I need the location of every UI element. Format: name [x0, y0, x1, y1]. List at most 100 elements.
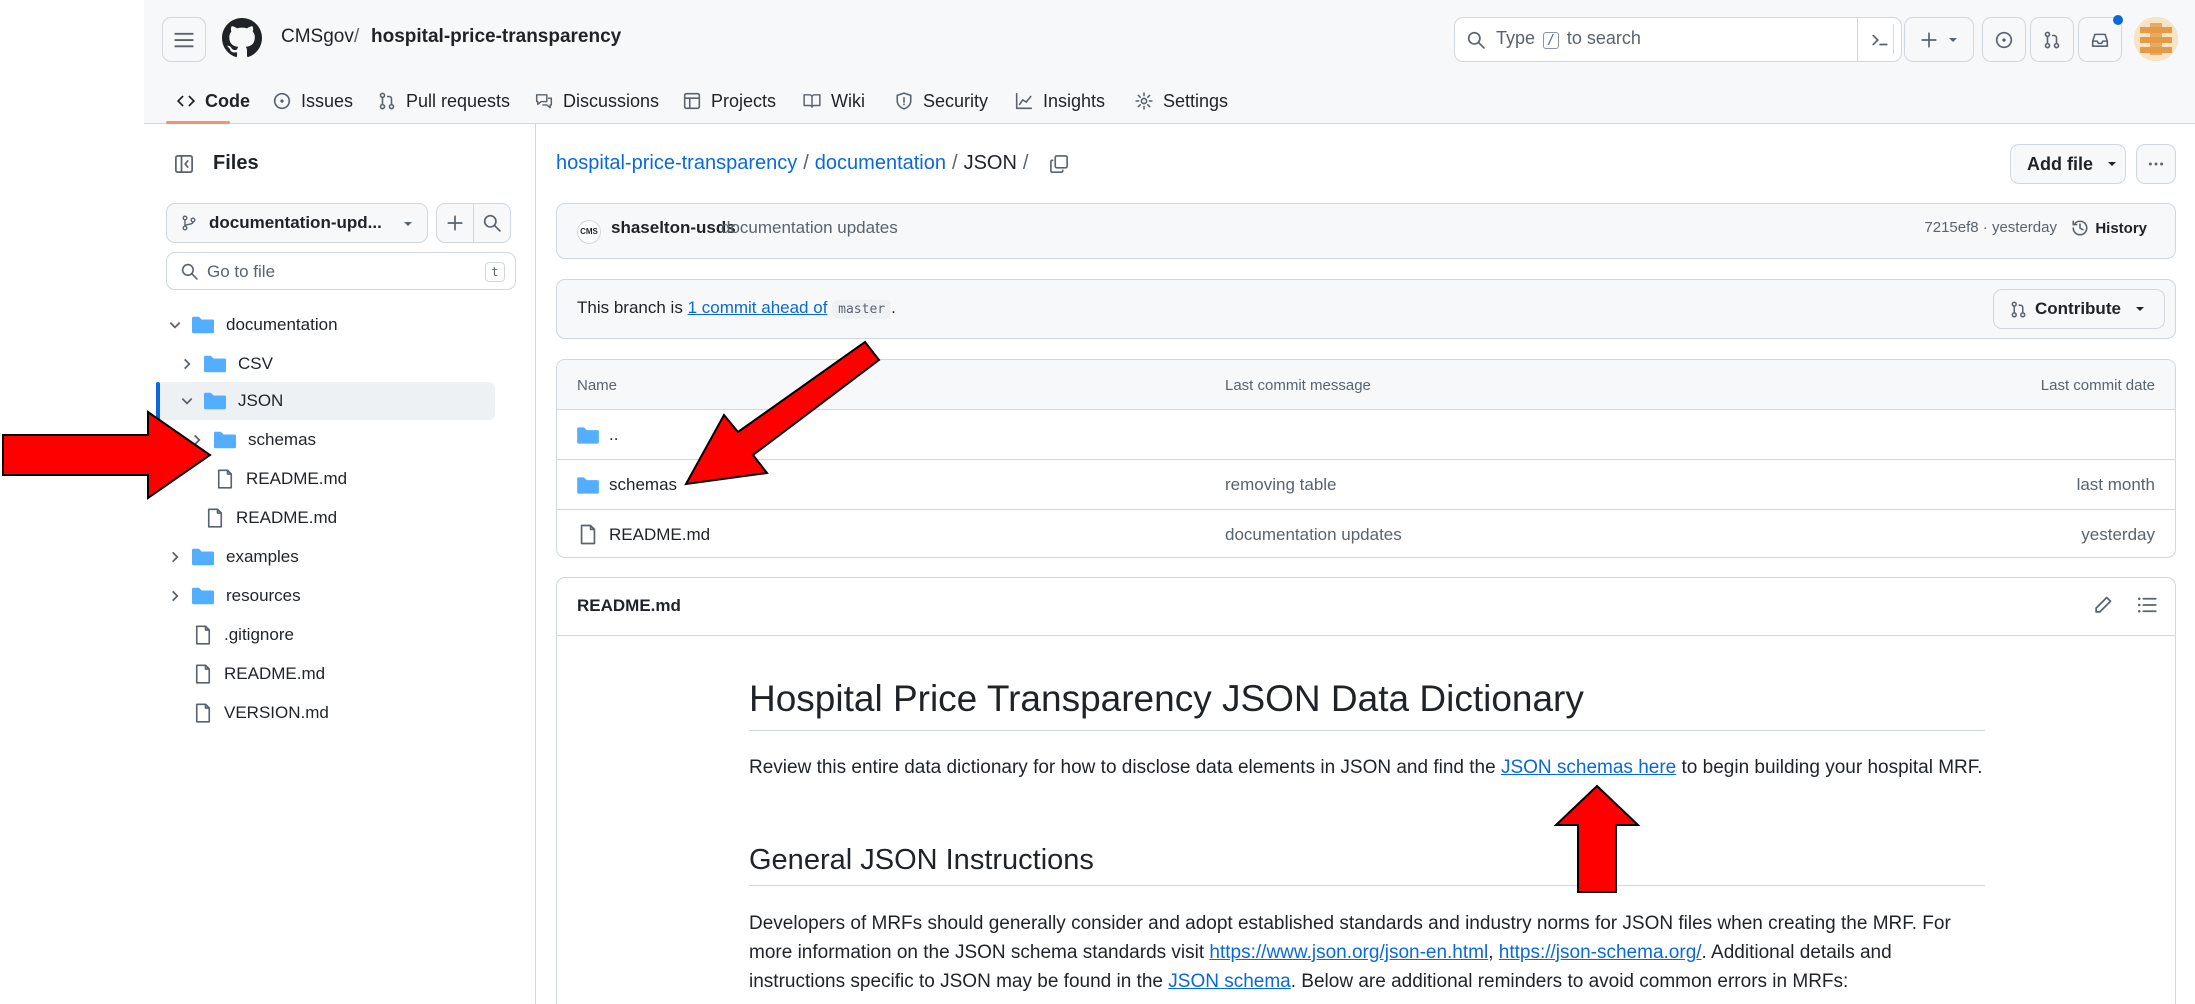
tree-item-label: CSV [238, 354, 273, 373]
chevron-down-icon [169, 322, 181, 329]
col-header-name: Name [577, 377, 618, 394]
tree-item-readme[interactable]: README.md [216, 461, 347, 497]
file-icon [217, 469, 233, 489]
tree-item-label: README.md [236, 508, 338, 527]
breadcrumb-folder-link[interactable]: documentation [815, 152, 946, 174]
table-row[interactable]: README.md documentation updates yesterda… [557, 510, 2175, 557]
tree-item-csv[interactable]: CSV [180, 346, 273, 382]
commit-author[interactable]: shaselton-usds [611, 218, 736, 238]
tree-item-version[interactable]: VERSION.md [194, 695, 329, 731]
tab-pull-requests[interactable]: Pull requests [377, 84, 510, 118]
commit-message-link[interactable]: removing table [1225, 475, 1337, 495]
annotation-arrow-up [1553, 784, 1641, 893]
json-schema-link[interactable]: JSON schema [1168, 971, 1290, 992]
breadcrumb: hospital-price-transparency / documentatio… [556, 152, 1034, 175]
issues-button[interactable] [1982, 17, 2026, 62]
copy-path-button[interactable] [1046, 151, 1072, 177]
tab-issues[interactable]: Issues [272, 84, 353, 118]
history-link[interactable]: History [2071, 219, 2147, 237]
book-icon [803, 94, 821, 108]
file-icon [580, 524, 596, 545]
tree-item-label: resources [226, 586, 301, 605]
pull-request-icon [2044, 31, 2060, 48]
json-org-link[interactable]: https://www.json.org/json-en.html [1209, 942, 1488, 963]
tab-insights[interactable]: Insights [1014, 84, 1105, 118]
edit-file-button[interactable] [2093, 595, 2113, 615]
tree-item-examples[interactable]: examples [168, 539, 299, 575]
pencil-icon [2095, 596, 2112, 613]
tab-code[interactable]: Code [176, 84, 250, 118]
notification-dot [2113, 15, 2123, 25]
tree-item-gitignore[interactable]: .gitignore [194, 617, 294, 653]
folder-icon [192, 316, 214, 334]
add-file-label: Add file [2027, 153, 2093, 174]
tab-security[interactable]: Security [894, 84, 988, 118]
readme-paragraph: Developers of MRFs should generally cons… [749, 909, 1985, 996]
add-file-button[interactable] [436, 203, 474, 243]
commit-meta[interactable]: 7215ef8 · yesterday [1924, 219, 2057, 236]
collapse-sidebar-button[interactable] [166, 146, 202, 182]
branch-status-prefix: This branch is [577, 298, 683, 317]
menu-button[interactable] [162, 17, 206, 62]
tree-item-label: README.md [246, 469, 348, 488]
caret-down-icon [2135, 307, 2144, 311]
tree-item-readme[interactable]: README.md [194, 656, 325, 692]
json-schemas-link[interactable]: JSON schemas here [1501, 757, 1676, 778]
latest-commit-bar: CMS shaselton-usds documentation updates… [556, 203, 2176, 259]
add-file-dropdown[interactable]: Add file [2010, 144, 2126, 184]
list-unordered-icon [2138, 597, 2157, 613]
branch-icon [182, 215, 196, 231]
more-options-button[interactable] [2136, 144, 2176, 184]
readme-paragraph: Review this entire data dictionary for h… [749, 753, 1985, 782]
commit-message-link[interactable]: documentation updates [1225, 525, 1402, 545]
breadcrumb-separator: / [354, 26, 360, 47]
tree-item-documentation[interactable]: documentation [168, 307, 338, 343]
breadcrumb-separator: / [1022, 152, 1029, 174]
pull-requests-button[interactable] [2030, 17, 2074, 62]
search-input[interactable]: Type / to search [1454, 17, 1902, 62]
avatar[interactable] [2134, 17, 2178, 61]
readme-subheading: General JSON Instructions [749, 844, 1985, 886]
breadcrumb-repo-link[interactable]: hospital-price-transparency [556, 152, 797, 174]
tree-item-label: examples [226, 547, 299, 566]
repo-link[interactable]: hospital-price-transparency [371, 26, 621, 48]
file-name-link[interactable]: schemas [609, 475, 677, 495]
tab-pull-requests-label: Pull requests [406, 90, 511, 111]
search-icon [1467, 31, 1485, 49]
search-icon [181, 263, 198, 280]
json-schema-org-link[interactable]: https://json-schema.org/ [1499, 942, 1702, 963]
tab-wiki[interactable]: Wiki [802, 84, 865, 118]
command-palette-button[interactable] [1857, 17, 1901, 62]
go-to-file-placeholder: Go to file [207, 262, 276, 281]
branch-selector[interactable]: documentation-upd... [166, 203, 428, 243]
commit-avatar[interactable]: CMS [577, 220, 601, 244]
commit-message[interactable]: documentation updates [721, 218, 898, 238]
projects-icon [683, 92, 701, 110]
repo-header: CMSgov / hospital-price-transparency Typ… [144, 0, 2195, 124]
search-placeholder: Type / to search [1496, 28, 1641, 49]
tab-settings[interactable]: Settings [1134, 84, 1228, 118]
search-files-button[interactable] [473, 203, 511, 243]
create-new-button[interactable] [1904, 17, 1974, 62]
owner-link[interactable]: CMSgov [281, 26, 354, 48]
contribute-button[interactable]: Contribute [1993, 289, 2165, 329]
code-icon [176, 95, 196, 107]
file-name-link[interactable]: README.md [609, 525, 710, 545]
tab-projects-label: Projects [711, 90, 777, 111]
folder-icon [214, 431, 236, 449]
github-logo-icon[interactable] [222, 18, 262, 58]
tab-projects[interactable]: Projects [682, 84, 776, 118]
parent-directory-link[interactable]: .. [609, 425, 618, 445]
text-span: . Below are additional reminders to avoi… [1290, 971, 1849, 992]
issue-icon [1995, 31, 2013, 48]
chevron-right-icon [184, 358, 191, 370]
commits-ahead-link[interactable]: 1 commit ahead of [688, 298, 828, 317]
file-tree-sidebar: Files documentation-upd... Go to file t … [144, 124, 536, 1004]
go-to-file-input[interactable]: Go to file t [166, 252, 516, 290]
caret-down-icon [2108, 162, 2116, 166]
outline-button[interactable] [2137, 595, 2157, 615]
tree-item-readme[interactable]: README.md [206, 500, 337, 536]
tab-discussions[interactable]: Discussions [534, 84, 659, 118]
sidebar-title: Files [213, 152, 259, 174]
tree-item-resources[interactable]: resources [168, 578, 301, 614]
